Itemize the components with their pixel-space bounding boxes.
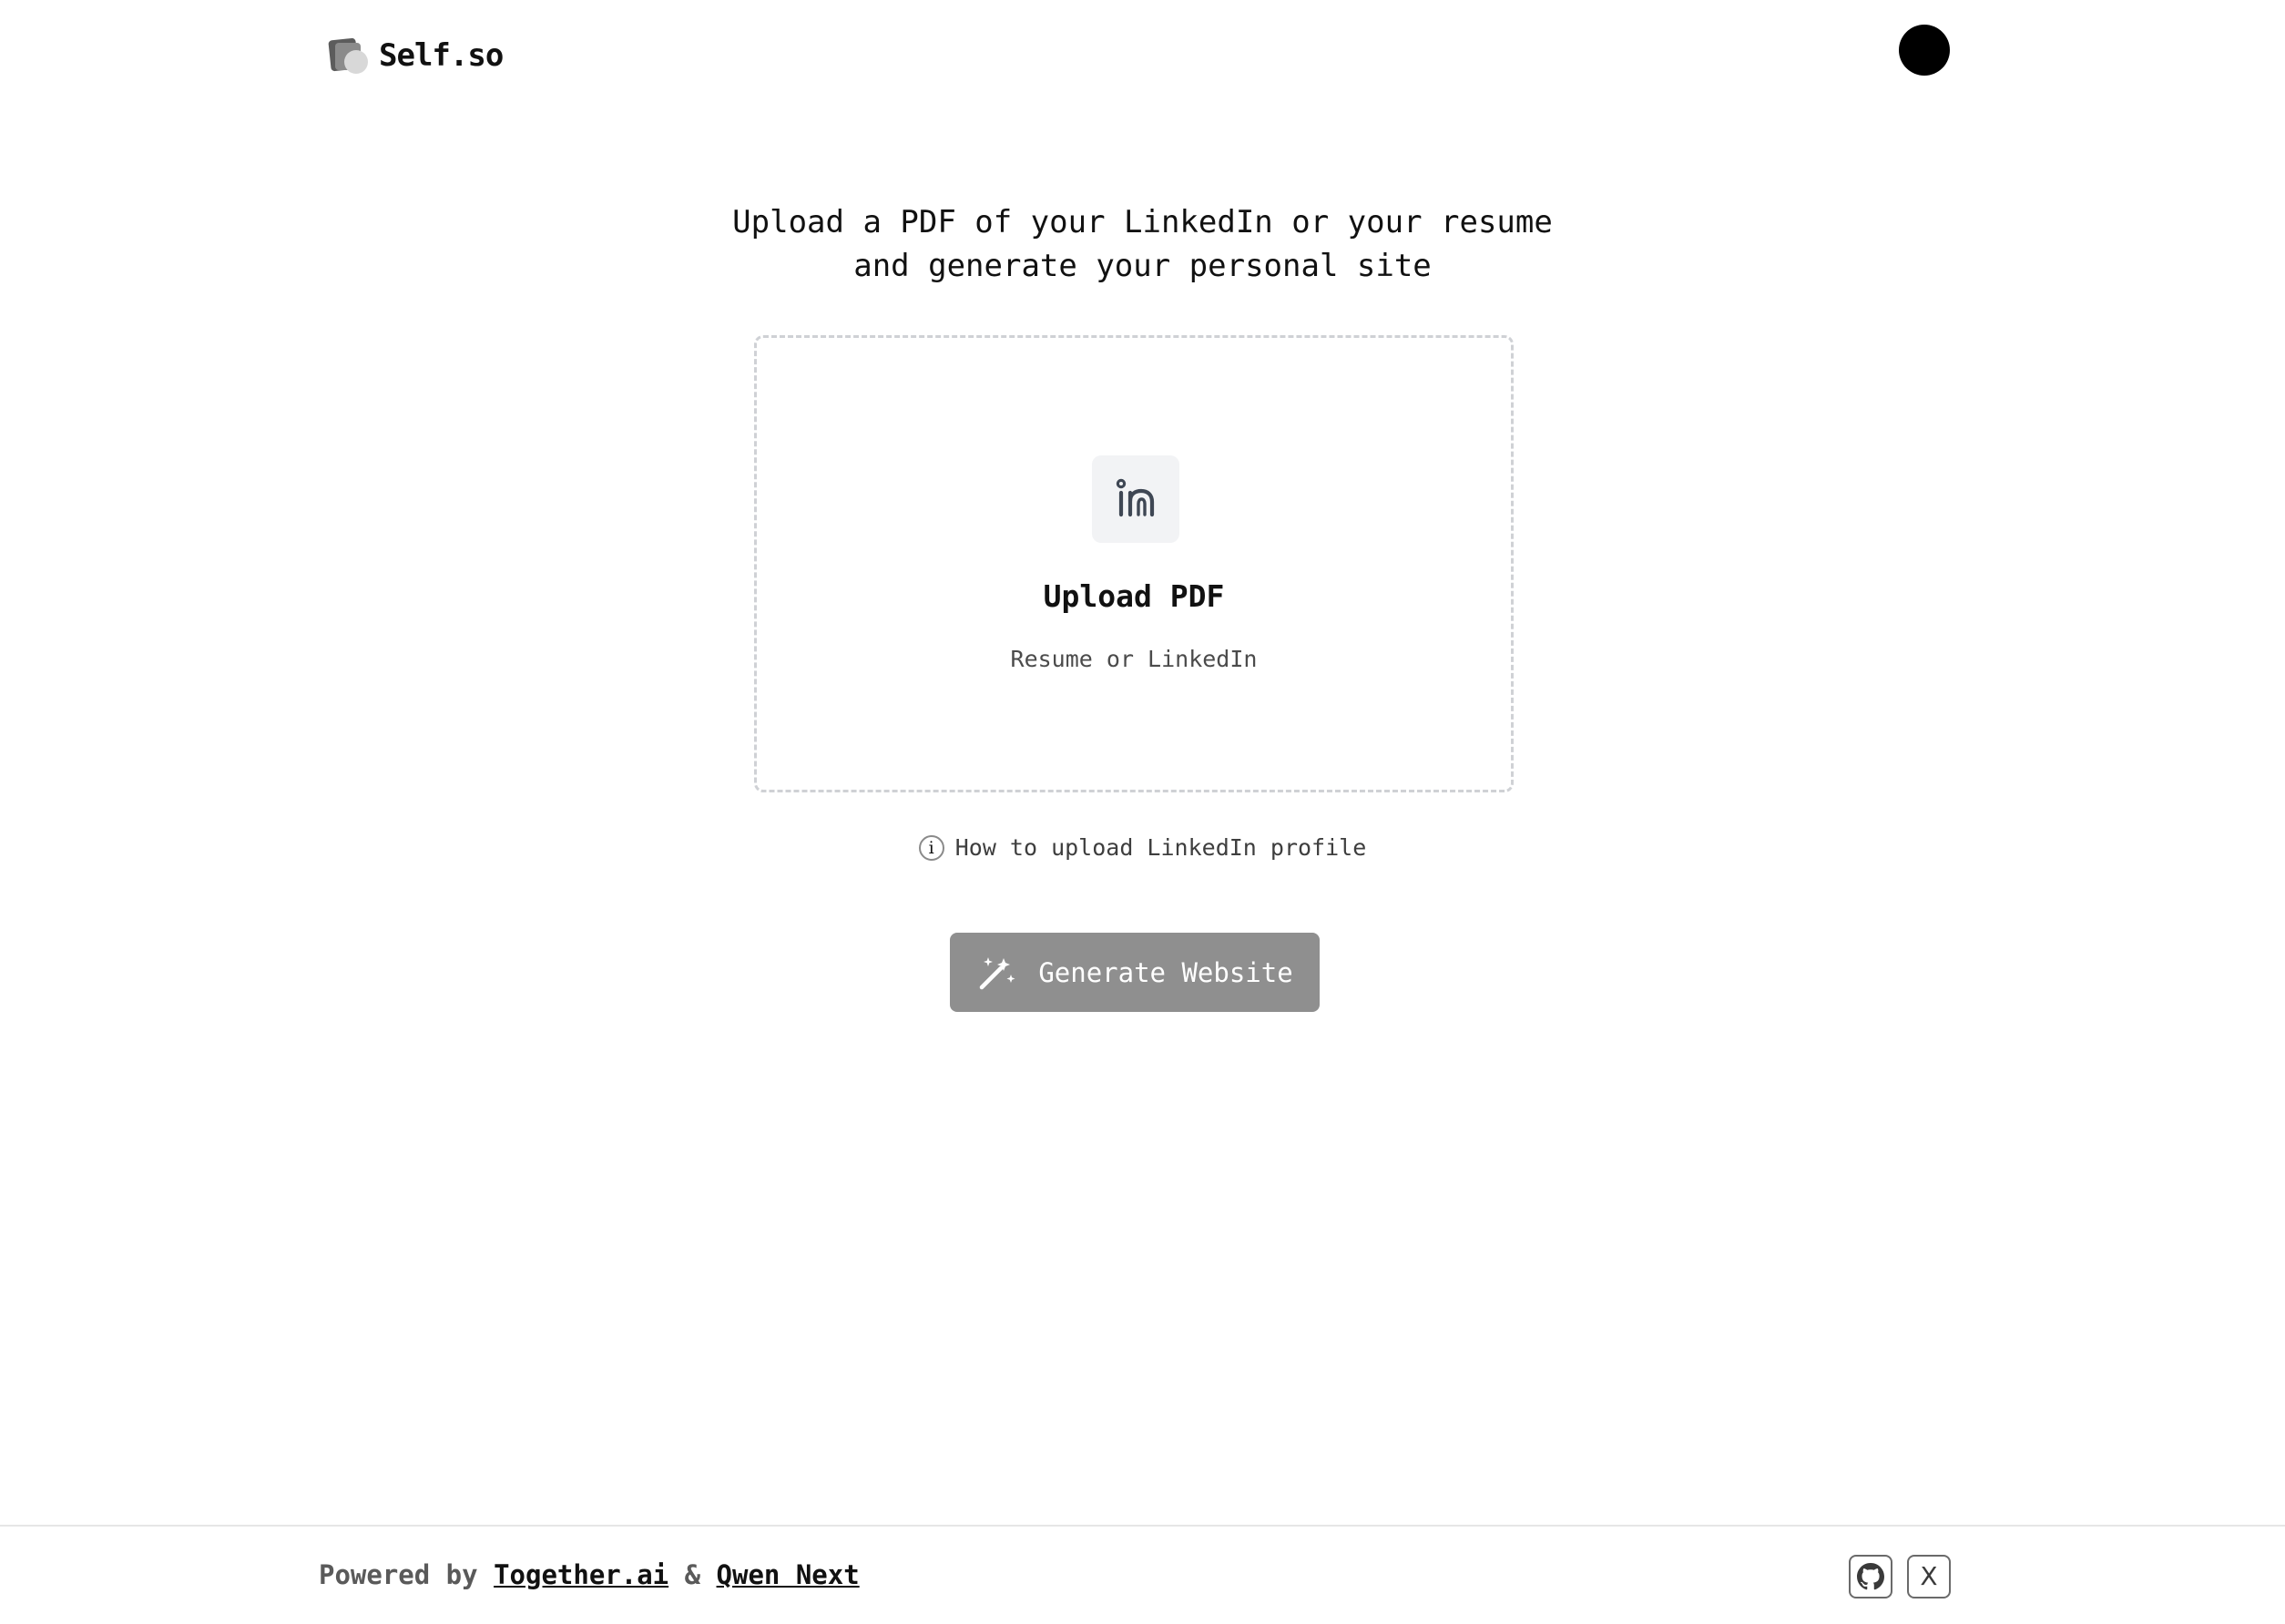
github-link[interactable] bbox=[1849, 1555, 1892, 1598]
together-ai-link[interactable]: Together.ai bbox=[494, 1559, 668, 1590]
site-footer: Powered by Together.ai & Qwen Next X bbox=[0, 1525, 2285, 1624]
brand-name: Self.so bbox=[379, 37, 504, 74]
help-link-label: How to upload LinkedIn profile bbox=[954, 834, 1367, 861]
generate-website-button[interactable]: Generate Website bbox=[950, 933, 1320, 1012]
linkedin-icon bbox=[1092, 455, 1179, 543]
qwen-next-link[interactable]: Qwen Next bbox=[717, 1559, 860, 1590]
headline-line-1: Upload a PDF of your LinkedIn or your re… bbox=[732, 204, 1553, 240]
generate-button-label: Generate Website bbox=[1038, 956, 1293, 988]
site-header: Self.so bbox=[0, 0, 2285, 109]
powered-by-label: Powered by bbox=[319, 1559, 478, 1590]
brand-link[interactable]: Self.so bbox=[328, 33, 504, 78]
page-headline: Upload a PDF of your LinkedIn or your re… bbox=[0, 200, 2285, 288]
x-icon: X bbox=[1920, 1561, 1938, 1591]
upload-subtitle: Resume or LinkedIn bbox=[1010, 646, 1258, 672]
linkedin-help-link[interactable]: i How to upload LinkedIn profile bbox=[0, 834, 2285, 861]
pdf-upload-dropzone[interactable]: Upload PDF Resume or LinkedIn bbox=[754, 335, 1514, 792]
logo-icon bbox=[328, 36, 368, 76]
upload-title: Upload PDF bbox=[1043, 578, 1225, 614]
user-avatar[interactable] bbox=[1899, 25, 1950, 76]
powered-by: Powered by Together.ai & Qwen Next bbox=[319, 1559, 860, 1590]
headline-line-2: and generate your personal site bbox=[853, 248, 1432, 284]
magic-wand-icon bbox=[980, 956, 1015, 989]
x-link[interactable]: X bbox=[1907, 1555, 1951, 1598]
info-icon: i bbox=[918, 834, 944, 861]
github-icon bbox=[1857, 1563, 1884, 1590]
powered-by-separator: & bbox=[684, 1559, 701, 1590]
